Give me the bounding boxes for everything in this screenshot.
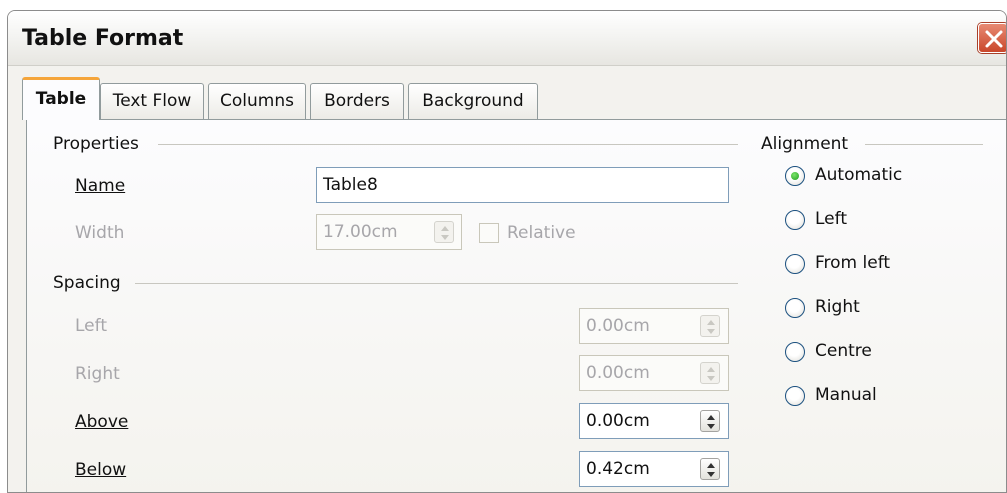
right-spacing-value: 0.00cm bbox=[586, 363, 650, 383]
tab-bar: Table Text Flow Columns Borders Backgrou… bbox=[8, 69, 1006, 120]
radio-automatic-label: Automatic bbox=[815, 165, 903, 185]
above-spacing-value: 0.00cm bbox=[586, 411, 650, 431]
radio-selected-dot bbox=[791, 172, 799, 180]
radio-right[interactable] bbox=[785, 298, 805, 318]
radio-automatic[interactable] bbox=[785, 166, 805, 186]
table-tab-panel: Properties Name Table8 Width 17.00cm Rel… bbox=[26, 119, 1006, 492]
table-format-dialog: Table Format Table Text Flow Columns Bor… bbox=[7, 10, 1007, 493]
relative-checkbox[interactable] bbox=[479, 223, 499, 243]
right-spacing-field[interactable]: 0.00cm bbox=[579, 355, 729, 391]
left-spacing-field[interactable]: 0.00cm bbox=[579, 308, 729, 344]
above-spacing-label: Above bbox=[75, 412, 129, 432]
left-spacing-value: 0.00cm bbox=[586, 316, 650, 336]
close-icon bbox=[985, 30, 1003, 48]
relative-label: Relative bbox=[507, 223, 576, 243]
spin-arrows-icon bbox=[707, 463, 715, 477]
spin-arrows-icon bbox=[441, 226, 449, 240]
below-spacing-field[interactable]: 0.42cm bbox=[579, 451, 729, 487]
spin-arrows-icon bbox=[707, 415, 715, 429]
radio-from-left[interactable] bbox=[785, 254, 805, 274]
left-spacing-spinner[interactable] bbox=[700, 315, 720, 337]
radio-manual[interactable] bbox=[785, 386, 805, 406]
radio-right-label: Right bbox=[815, 297, 860, 317]
left-spacing-label: Left bbox=[75, 316, 107, 336]
below-spacing-label: Below bbox=[75, 460, 127, 480]
name-label: Name bbox=[75, 176, 126, 196]
alignment-divider bbox=[865, 144, 983, 145]
width-spinner[interactable] bbox=[434, 221, 454, 243]
title-bar[interactable]: Table Format bbox=[8, 11, 1006, 66]
radio-from-left-label: From left bbox=[815, 253, 891, 273]
below-spacing-value: 0.42cm bbox=[586, 459, 650, 479]
above-spacing-field[interactable]: 0.00cm bbox=[579, 403, 729, 439]
width-value: 17.00cm bbox=[323, 222, 398, 242]
alignment-section-label: Alignment bbox=[761, 134, 849, 154]
properties-section-label: Properties bbox=[53, 134, 139, 154]
close-button[interactable] bbox=[978, 23, 1006, 53]
above-spacing-spinner[interactable] bbox=[700, 410, 720, 432]
right-spacing-label: Right bbox=[75, 364, 120, 384]
width-label: Width bbox=[75, 223, 125, 243]
spacing-section-label: Spacing bbox=[53, 273, 121, 293]
spin-arrows-icon bbox=[707, 367, 715, 381]
width-field[interactable]: 17.00cm bbox=[316, 214, 462, 250]
name-field[interactable]: Table8 bbox=[316, 167, 729, 203]
radio-manual-label: Manual bbox=[815, 385, 877, 405]
tab-text-flow[interactable]: Text Flow bbox=[100, 83, 204, 119]
tab-background[interactable]: Background bbox=[408, 83, 538, 119]
tab-columns[interactable]: Columns bbox=[208, 83, 306, 119]
radio-centre[interactable] bbox=[785, 342, 805, 362]
radio-centre-label: Centre bbox=[815, 341, 872, 361]
spin-arrows-icon bbox=[707, 320, 715, 334]
radio-left-label: Left bbox=[815, 209, 847, 229]
tab-borders[interactable]: Borders bbox=[310, 83, 404, 119]
spacing-divider bbox=[135, 283, 738, 284]
dialog-title: Table Format bbox=[22, 26, 184, 51]
right-spacing-spinner[interactable] bbox=[700, 362, 720, 384]
radio-left[interactable] bbox=[785, 210, 805, 230]
tab-table[interactable]: Table bbox=[22, 77, 100, 120]
below-spacing-spinner[interactable] bbox=[700, 458, 720, 480]
properties-divider bbox=[158, 144, 738, 145]
